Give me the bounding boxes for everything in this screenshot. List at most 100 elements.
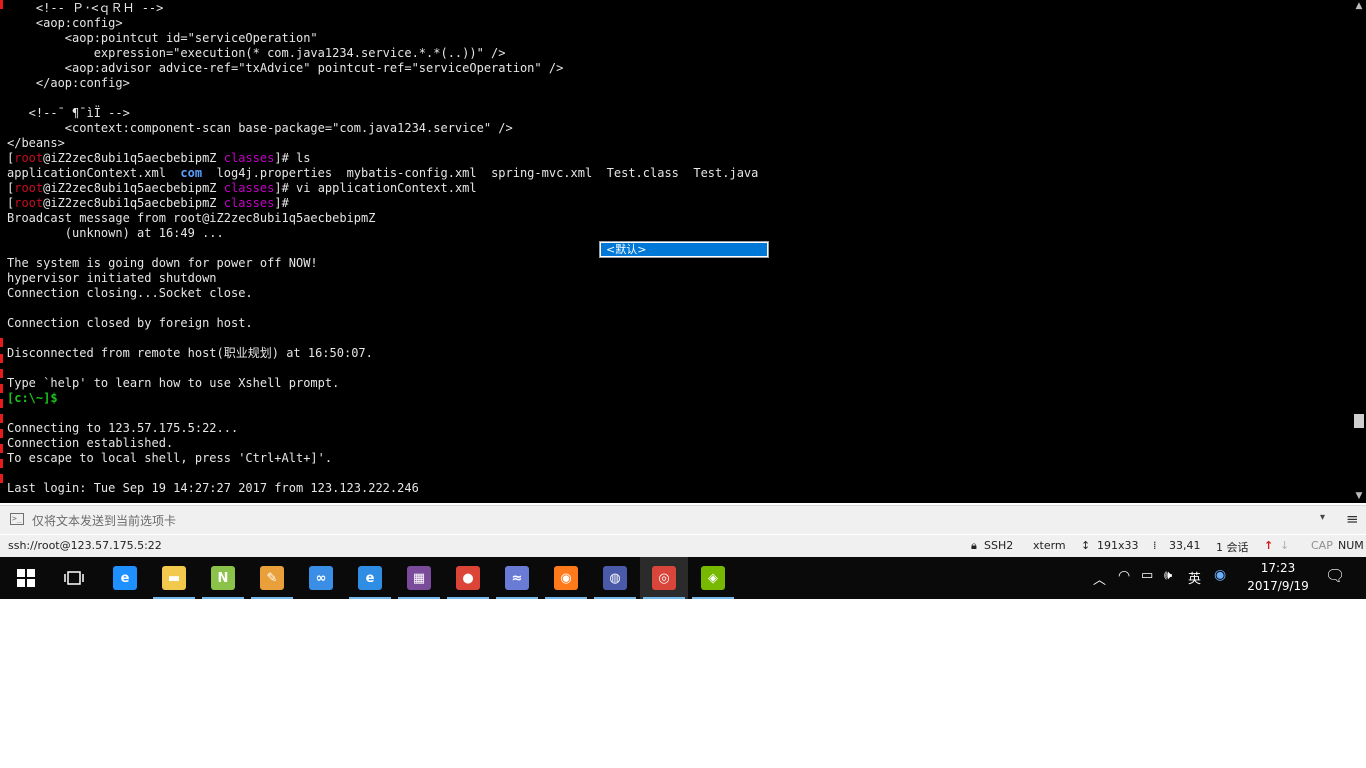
terminal-line: applicationContext.xml com log4j.propert… [7, 166, 758, 181]
wifi-icon[interactable]: ◠ [1118, 568, 1130, 584]
network-globe-icon[interactable]: ◉ [1214, 567, 1226, 583]
terminal-text-segment: @iZ2zec8ubi1q5aecbebipmZ [43, 151, 224, 165]
encoding-option-default[interactable]: <默认> [601, 243, 767, 256]
terminal-text-segment: To escape to local shell, press 'Ctrl+Al… [7, 451, 333, 465]
terminal-line: [root@iZ2zec8ubi1q5aecbebipmZ classes]# … [7, 151, 758, 166]
taskbar-app-xshell[interactable]: ◎ [640, 557, 688, 599]
chevron-down-icon[interactable]: ▾ [1320, 512, 1325, 523]
taskbar-app-file-explorer[interactable]: ▬ [150, 557, 198, 599]
terminal-type: xterm [1033, 539, 1066, 552]
start-button[interactable] [2, 557, 50, 599]
xshell-icon: ◎ [652, 566, 676, 590]
show-hidden-icons-button[interactable]: ︿ [1093, 569, 1106, 588]
internet-explorer-icon: e [358, 566, 382, 590]
session-address: ssh://root@123.57.175.5:22 [8, 539, 162, 552]
terminal-text-segment: expression="execution(* com.java1234.ser… [7, 46, 506, 60]
terminal-line: The system is going down for power off N… [7, 256, 758, 271]
terminal-text-segment: [c:\~]$ [7, 391, 58, 405]
windows-logo-icon [17, 569, 35, 587]
scrollbar-thumb[interactable] [1354, 414, 1364, 428]
terminal-text-segment: Last login: Tue Sep 19 14:27:27 2017 fro… [7, 481, 419, 495]
terminal-text-segment: hypervisor initiated shutdown [7, 271, 217, 285]
terminal-line: <aop:advisor advice-ref="txAdvice" point… [7, 61, 758, 76]
clock-date[interactable]: 2017/9/19 [1246, 579, 1310, 593]
task-view-button[interactable] [50, 557, 98, 599]
chevron-down-icon[interactable]: ▼ [1352, 490, 1366, 502]
terminal-text-segment: @iZ2zec8ubi1q5aecbebipmZ [43, 181, 224, 195]
terminal-text-segment: Broadcast message from root@iZ2zec8ubi1q… [7, 211, 376, 225]
paint-icon: ✎ [260, 566, 284, 590]
file-explorer-icon: ▬ [162, 566, 186, 590]
terminal-text-segment: Connection established. [7, 436, 174, 450]
terminal-text-segment: applicationContext.xml [7, 166, 181, 180]
network-app-icon: ◍ [603, 566, 627, 590]
volume-icon[interactable]: 🕪︎ [1164, 568, 1172, 583]
terminal-line: <!--¯ ¶¯ìÏ --> [7, 106, 758, 121]
running-indicator [398, 597, 440, 599]
terminal-text-segment: ]# [274, 196, 289, 210]
clock-time[interactable]: 17:23 [1249, 561, 1307, 575]
terminal-line: To escape to local shell, press 'Ctrl+Al… [7, 451, 758, 466]
terminal-line: Last login: Tue Sep 19 14:27:27 2017 fro… [7, 481, 758, 496]
status-bar: ssh://root@123.57.175.5:22 🔒︎ SSH2 xterm… [0, 535, 1366, 557]
taskbar-app-notepad-plus[interactable]: N [199, 557, 247, 599]
taskbar-app-firefox[interactable]: ◉ [542, 557, 590, 599]
terminal-text-segment: <!--¯ ¶¯ìÏ --> [7, 106, 130, 120]
taskbar-app-chrome[interactable]: ● [444, 557, 492, 599]
task-view-icon [64, 571, 84, 585]
terminal-line: Connection closed by foreign host. [7, 316, 758, 331]
terminal-text-segment: classes [223, 151, 275, 165]
edge-icon: e [113, 566, 137, 590]
notification-center-icon[interactable]: 🗨︎ [1325, 566, 1345, 585]
chevron-up-icon[interactable]: ▲ [1352, 0, 1366, 12]
terminal-text-segment: log4j.properties mybatis-config.xml spri… [202, 166, 759, 180]
terminal-line: Connection closing...Socket close. [7, 286, 758, 301]
terminal-text-segment: Type `help' to learn how to use Xshell p… [7, 376, 340, 390]
terminal-text-segment: com [180, 166, 203, 180]
terminal-text-segment: root [14, 196, 44, 210]
terminal-line: <context:component-scan base-package="co… [7, 121, 758, 136]
taskbar-app-network-app[interactable]: ◍ [591, 557, 639, 599]
terminal-text-segment: </beans> [7, 136, 65, 150]
taskbar-app-paint[interactable]: ✎ [248, 557, 296, 599]
send-text-input[interactable]: 仅将文本发送到当前选项卡 [32, 512, 176, 529]
terminal-line: Broadcast message from root@iZ2zec8ubi1q… [7, 211, 758, 226]
terminal-text-segment: </aop:config> [7, 76, 130, 90]
cursor-icon: ⁞ [1153, 539, 1157, 552]
terminal-text-segment: Disconnected from remote host(职业规划) at 1… [7, 346, 373, 360]
running-indicator [202, 597, 244, 599]
num-lock-indicator: NUM [1338, 539, 1364, 552]
encoding-dropdown[interactable]: <默认> [599, 241, 769, 258]
terminal-text-segment: root [14, 151, 44, 165]
caps-lock-indicator: CAP [1311, 539, 1333, 552]
battery-icon[interactable]: ▭ [1141, 568, 1153, 583]
send-text-bar[interactable]: >_ 仅将文本发送到当前选项卡 ▾ ≡ [0, 505, 1366, 534]
terminal-text-segment: (unknown) at 16:49 ... [7, 226, 224, 240]
terminal-window[interactable]: <!-- Ｐ·<ｑＲＨ --> <aop:config> <aop:pointc… [0, 0, 1366, 503]
terminal-text-segment: <aop:pointcut id="serviceOperation" [7, 31, 318, 45]
taskbar-app-nvidia-app[interactable]: ◈ [689, 557, 737, 599]
cursor-position: 33,41 [1169, 539, 1201, 552]
taskbar-app-edge[interactable]: e [101, 557, 149, 599]
terminal-text-segment: classes [223, 181, 275, 195]
menu-icon[interactable]: ≡ [1346, 510, 1359, 528]
running-indicator [692, 597, 734, 599]
taskbar-app-dolphin-app[interactable]: ≈ [493, 557, 541, 599]
terminal-margin-markers [0, 0, 3, 503]
taskbar-app-internet-explorer[interactable]: e [346, 557, 394, 599]
terminal-line: <aop:pointcut id="serviceOperation" [7, 31, 758, 46]
ime-indicator[interactable]: 英 [1188, 568, 1201, 587]
resize-icon: ↕ [1081, 539, 1091, 552]
taskbar-app-baidu-netdisk[interactable]: ∞ [297, 557, 345, 599]
terminal-scrollbar[interactable]: ▲ ▼ [1352, 0, 1366, 503]
terminal-text-segment: ]# ls [274, 151, 311, 165]
terminal-text-segment: root [14, 181, 44, 195]
terminal-text-segment: Connecting to 123.57.175.5:22... [7, 421, 239, 435]
taskbar-app-game-launcher[interactable]: ▦ [395, 557, 443, 599]
terminal-line: Disconnected from remote host(职业规划) at 1… [7, 346, 758, 361]
terminal-text-segment: @iZ2zec8ubi1q5aecbebipmZ [43, 196, 224, 210]
running-indicator [349, 597, 391, 599]
terminal-line: <!-- Ｐ·<ｑＲＨ --> [7, 1, 758, 16]
